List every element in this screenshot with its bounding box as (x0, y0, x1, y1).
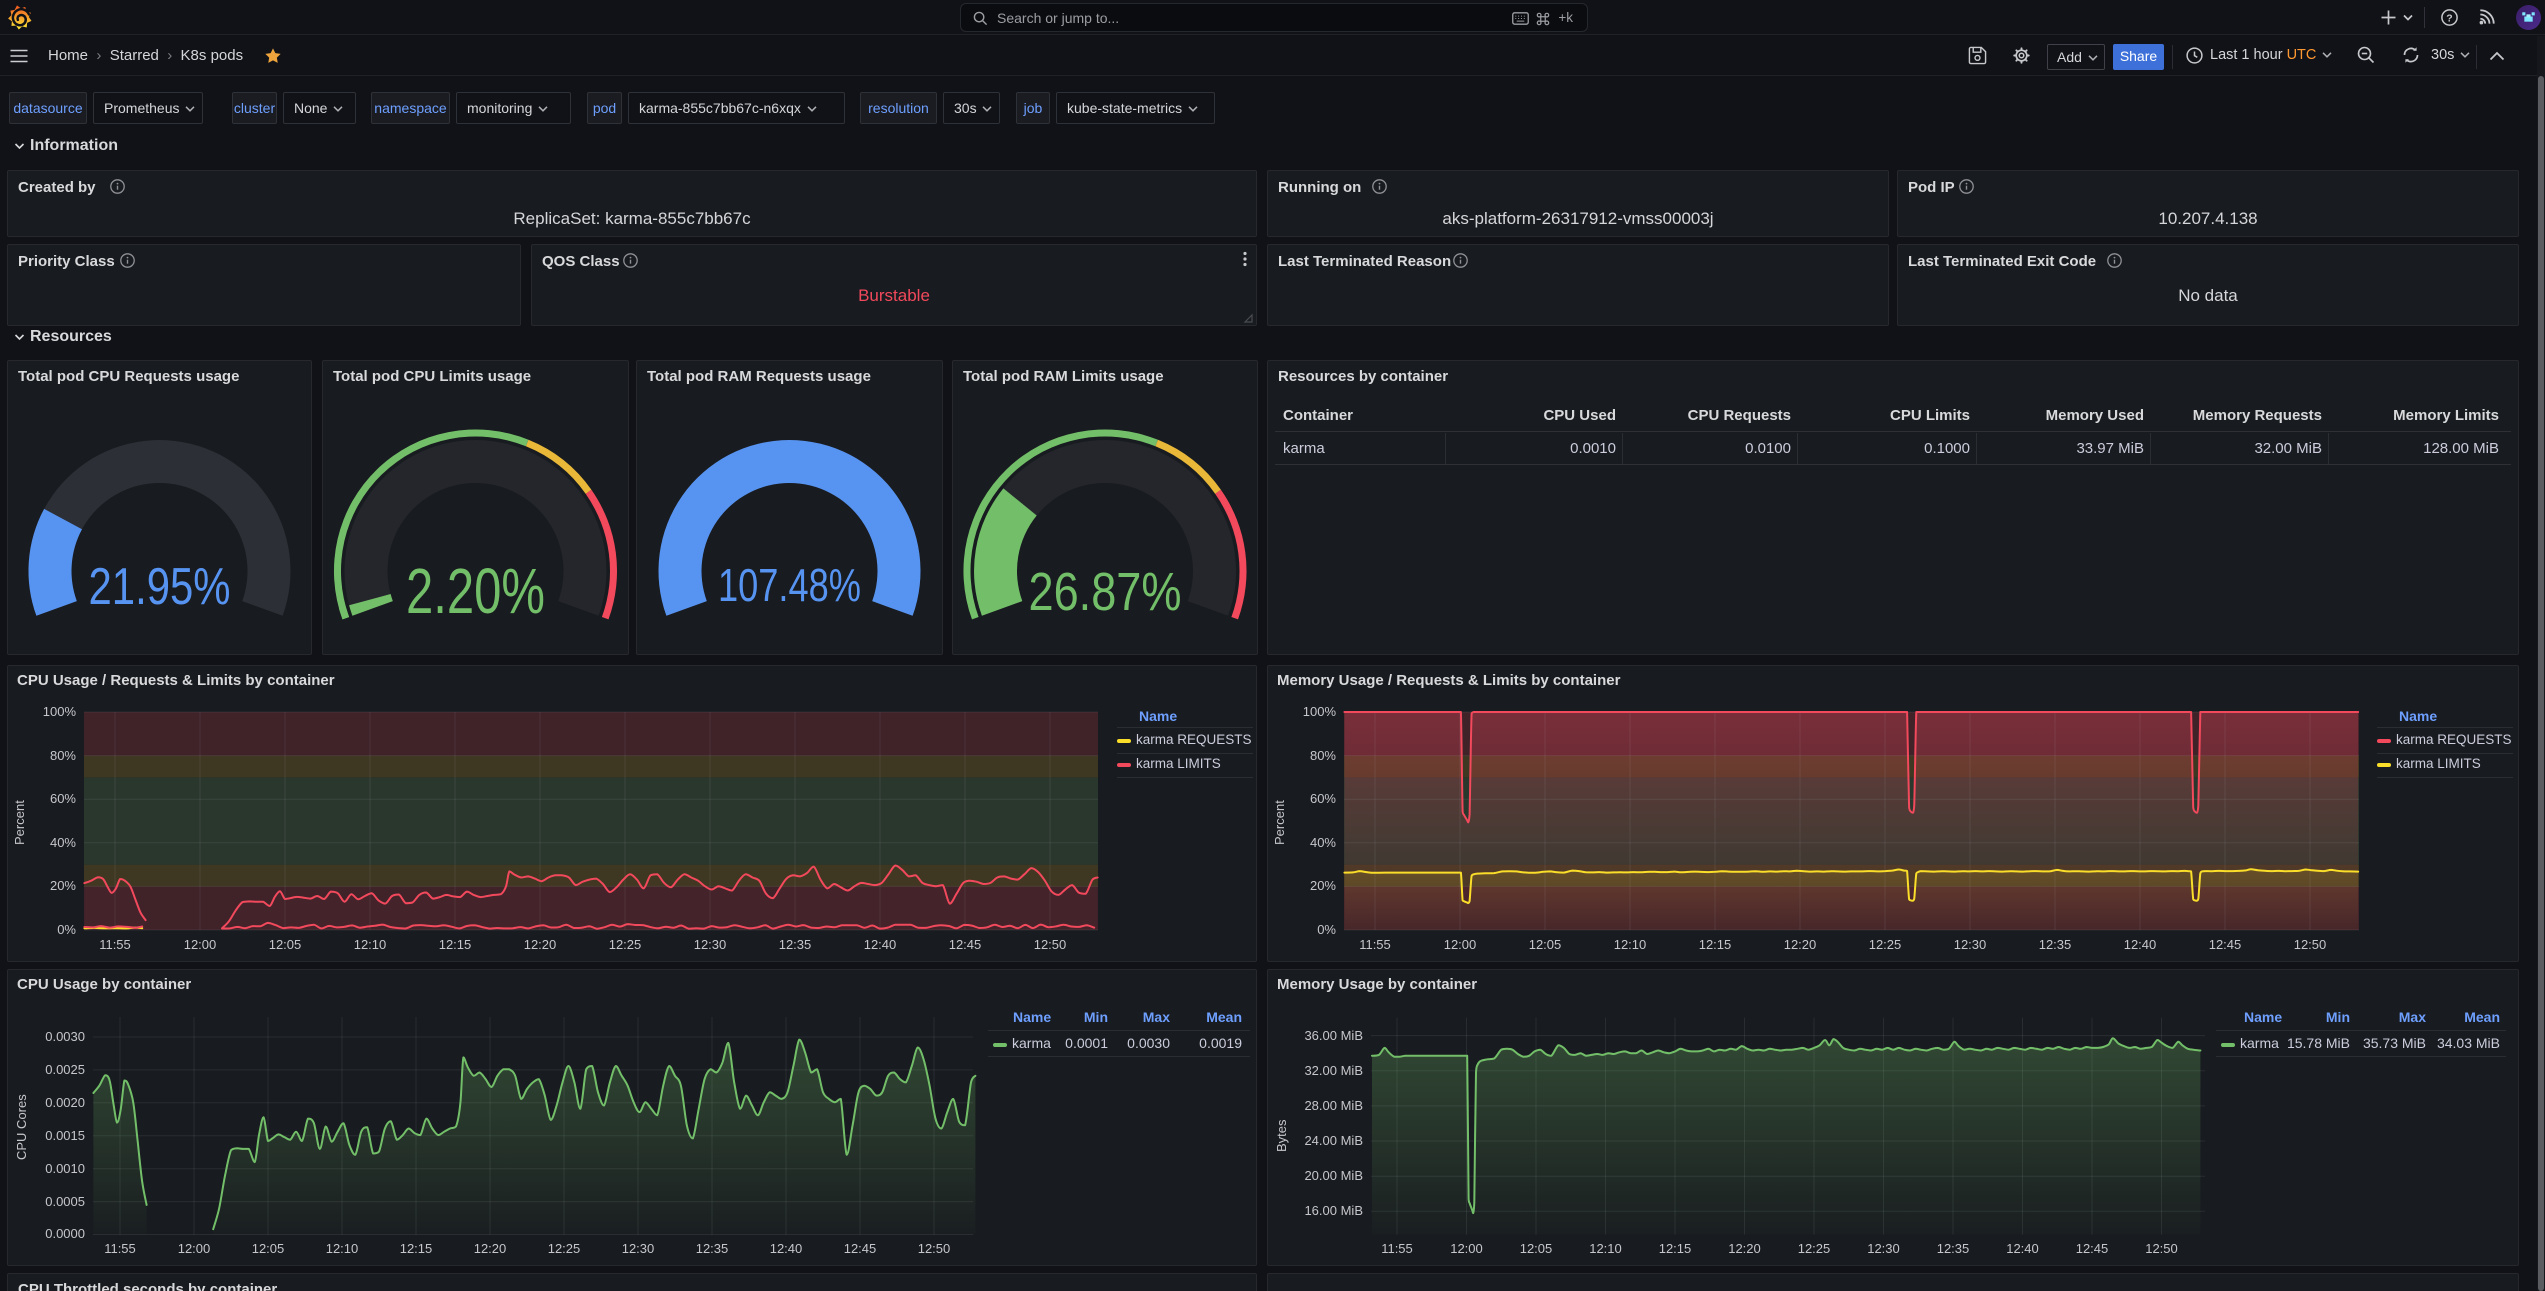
svg-text:21.95%: 21.95% (89, 558, 231, 616)
svg-text:26.87%: 26.87% (1029, 562, 1182, 622)
svg-text:107.48%: 107.48% (718, 559, 861, 611)
svg-text:2.20%: 2.20% (406, 555, 545, 627)
svg-text:?: ? (2446, 12, 2452, 24)
